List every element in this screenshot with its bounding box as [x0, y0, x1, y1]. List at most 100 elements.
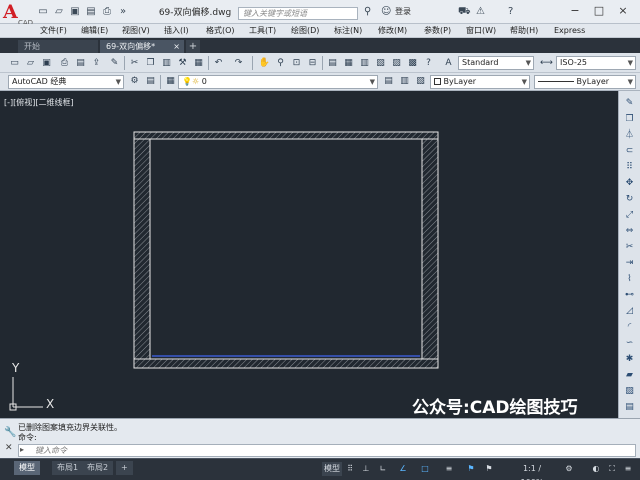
menu-draw[interactable]: 绘图(D)	[291, 25, 319, 37]
minimize-icon[interactable]: −	[566, 3, 584, 19]
tab-layout1[interactable]: 布局1	[52, 461, 84, 475]
paste-icon[interactable]: ▥	[160, 57, 173, 70]
menu-express[interactable]: Express	[554, 25, 585, 37]
menu-help[interactable]: 帮助(H)	[510, 25, 538, 37]
print-icon[interactable]: ⎙	[100, 5, 114, 19]
offset-icon[interactable]: ⊂	[622, 145, 637, 158]
close-icon[interactable]: ×	[614, 3, 632, 19]
sheet-set-icon[interactable]: ▧	[374, 57, 387, 70]
gear-icon[interactable]: ⚙	[128, 75, 141, 88]
explode-icon[interactable]: ✱	[622, 353, 637, 366]
region-icon[interactable]: ▰	[622, 369, 637, 382]
markup-icon[interactable]: ▨	[390, 57, 403, 70]
osnap-icon[interactable]: □	[418, 462, 432, 476]
text-style-select[interactable]: Standard ▼	[458, 56, 534, 70]
stretch-icon[interactable]: ⇔	[622, 225, 637, 238]
layer-previous-icon[interactable]: ▥	[398, 75, 411, 88]
print-icon[interactable]: ⎙	[58, 57, 71, 70]
open-icon[interactable]: ▱	[52, 5, 66, 19]
tab-start[interactable]: 开始	[18, 40, 98, 53]
zoom-previous-icon[interactable]: ⊟	[306, 57, 319, 70]
workspace-select[interactable]: AutoCAD 经典 ▼	[8, 75, 124, 89]
copy-icon[interactable]: ❐	[144, 57, 157, 70]
grid-icon[interactable]: ⠿	[344, 462, 356, 476]
layer-state-icon[interactable]: ▧	[414, 75, 427, 88]
hatch-edit-icon[interactable]: ▨	[622, 385, 637, 398]
save-icon[interactable]: ▣	[68, 5, 82, 19]
join-icon[interactable]: ⊷	[622, 289, 637, 302]
calculator-icon[interactable]: ▩	[406, 57, 419, 70]
share-icon[interactable]: ⚠	[476, 5, 485, 19]
move-icon[interactable]: ✥	[622, 177, 637, 190]
pan-icon[interactable]: ✋	[258, 57, 271, 70]
cart-icon[interactable]: ⛟	[458, 5, 471, 19]
block-editor-icon[interactable]: ▦	[192, 57, 205, 70]
zoom-window-icon[interactable]: ⊡	[290, 57, 303, 70]
menu-dimension[interactable]: 标注(N)	[334, 25, 362, 37]
command-prompt-icon[interactable]: ▸	[20, 445, 24, 454]
menu-file[interactable]: 文件(F)	[40, 25, 67, 37]
break-icon[interactable]: ⌇	[622, 273, 637, 286]
add-tab-button[interactable]: +	[186, 40, 200, 53]
text-style-icon[interactable]: A	[442, 57, 455, 70]
tab-model[interactable]: 模型	[14, 461, 40, 475]
menu-view[interactable]: 视图(V)	[122, 25, 150, 37]
tab-drawing[interactable]: 69-双向偏移* ×	[100, 40, 184, 53]
customize-icon[interactable]: ≡	[622, 462, 634, 476]
redo-icon[interactable]: ↷	[232, 57, 245, 70]
save-as-icon[interactable]: ▤	[84, 5, 98, 19]
application-menu-button[interactable]: A CAD	[3, 2, 33, 27]
publish-icon[interactable]: ⇪	[90, 57, 103, 70]
open-icon[interactable]: ▱	[24, 57, 37, 70]
properties-edit-icon[interactable]: ▤	[622, 401, 637, 414]
annotation-visibility-icon[interactable]: ⚑	[464, 462, 478, 476]
rotate-icon[interactable]: ↻	[622, 193, 637, 206]
cut-icon[interactable]: ✂	[128, 57, 141, 70]
properties-icon[interactable]: ▤	[326, 57, 339, 70]
auto-scale-icon[interactable]: ⚑	[482, 462, 496, 476]
binoculars-icon[interactable]: ⚲	[364, 5, 371, 19]
maximize-icon[interactable]: □	[590, 3, 608, 19]
drawing-area[interactable]: [-][俯视][二维线框] Y X 公众号:CAD绘图技巧	[0, 91, 618, 418]
help-icon[interactable]: ?	[422, 57, 435, 70]
workspace-save-icon[interactable]: ▤	[144, 75, 157, 88]
layer-properties-icon[interactable]: ▦	[164, 75, 177, 88]
ortho-icon[interactable]: ∟	[376, 462, 390, 476]
save-icon[interactable]: ▣	[40, 57, 53, 70]
plot-preview-icon[interactable]: ▤	[74, 57, 87, 70]
user-icon[interactable]: ☺	[381, 5, 391, 19]
layer-select[interactable]: 💡☼ 0 ▼	[178, 75, 378, 89]
close-icon[interactable]: ×	[173, 40, 180, 53]
menu-window[interactable]: 窗口(W)	[466, 25, 496, 37]
color-select[interactable]: ByLayer ▼	[430, 75, 530, 89]
dim-style-select[interactable]: ISO-25 ▼	[556, 56, 636, 70]
match-icon[interactable]: ✎	[108, 57, 121, 70]
polar-icon[interactable]: ∠	[396, 462, 410, 476]
copy-object-icon[interactable]: ❐	[622, 113, 637, 126]
erase-icon[interactable]: ✎	[622, 97, 637, 110]
more-icon[interactable]: »	[116, 5, 130, 19]
menu-modify[interactable]: 修改(M)	[378, 25, 407, 37]
login-button[interactable]: 登录	[395, 6, 411, 17]
isolate-icon[interactable]: ◐	[590, 462, 602, 476]
close-icon[interactable]: ✕	[5, 443, 13, 453]
wrench-icon[interactable]: 🔧	[4, 427, 16, 438]
linetype-select[interactable]: ByLayer ▼	[534, 75, 636, 89]
trim-icon[interactable]: ✂	[622, 241, 637, 254]
annotation-scale[interactable]: 1:1 / 100%	[512, 462, 552, 480]
undo-icon[interactable]: ↶	[212, 57, 225, 70]
mirror-icon[interactable]: ⏃	[622, 129, 637, 142]
menu-parametric[interactable]: 参数(P)	[424, 25, 451, 37]
new-icon[interactable]: ▭	[8, 57, 21, 70]
snap-icon[interactable]: ⊥	[360, 462, 372, 476]
design-center-icon[interactable]: ▦	[342, 57, 355, 70]
menu-tools[interactable]: 工具(T)	[249, 25, 276, 37]
scale-icon[interactable]: ⤢	[622, 209, 637, 222]
zoom-realtime-icon[interactable]: ⚲	[274, 57, 287, 70]
tab-layout2[interactable]: 布局2	[82, 461, 114, 475]
blend-icon[interactable]: ∽	[622, 337, 637, 350]
add-layout-button[interactable]: +	[116, 461, 133, 475]
menu-format[interactable]: 格式(O)	[206, 25, 235, 37]
new-icon[interactable]: ▭	[36, 5, 50, 19]
match-properties-icon[interactable]: ⚒	[176, 57, 189, 70]
